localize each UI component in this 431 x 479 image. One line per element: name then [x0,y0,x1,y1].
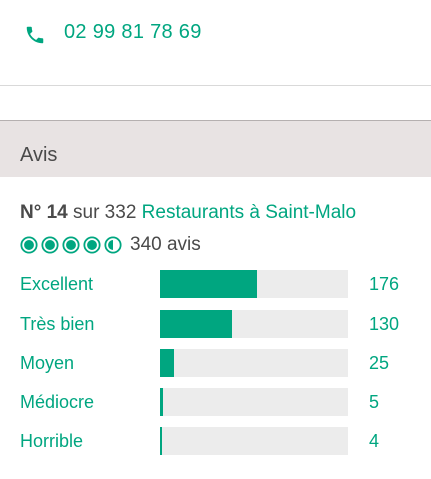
rank-text: sur 332 [67,202,142,223]
ranking-line: N° 14 sur 332 Restaurants à Saint-Malo [20,202,356,224]
rating-bar-fill [160,310,232,338]
phone-number[interactable]: 02 99 81 78 69 [64,21,202,44]
rating-row-excellent[interactable]: Excellent 176 [0,270,431,300]
rating-count: 130 [369,314,400,334]
rating-line: 340 avis [20,233,201,257]
rating-label: Médiocre [20,392,95,412]
phone-icon [26,26,44,44]
rating-count: 4 [369,431,380,451]
rating-bar [160,310,348,338]
rating-bubbles [20,236,125,254]
rating-bar-fill [160,388,163,416]
rank-number: N° 14 [20,202,68,223]
rating-row-horrible[interactable]: Horrible 4 [0,427,431,457]
rating-bar [160,388,348,416]
rating-count: 176 [369,274,400,294]
rating-bar-fill [160,349,174,377]
review-count[interactable]: 340 avis [130,234,201,256]
divider [0,85,431,86]
rating-label: Moyen [20,353,75,373]
rating-bar-fill [160,427,162,455]
rating-row-tres-bien[interactable]: Très bien 130 [0,310,431,340]
rating-row-moyen[interactable]: Moyen 25 [0,349,431,379]
rating-label: Horrible [20,431,84,451]
rating-bubble [104,236,122,254]
rating-label: Excellent [20,274,94,294]
rating-bubble [83,236,101,254]
rating-bar [160,427,348,455]
rating-bubble [41,236,59,254]
rating-row-mediocre[interactable]: Médiocre 5 [0,388,431,418]
rating-count: 5 [369,392,380,412]
section-title: Avis [20,144,58,166]
rating-bar [160,270,348,298]
phone-row[interactable]: 02 99 81 78 69 [0,0,431,68]
reviews-section-header: Avis [0,120,431,177]
rating-label: Très bien [20,314,95,334]
rank-category-link[interactable]: Restaurants à Saint-Malo [142,202,356,223]
rating-bar [160,349,348,377]
rating-bar-fill [160,270,257,298]
rating-count: 25 [369,353,390,373]
rating-bubble [62,236,80,254]
rating-bubble [20,236,38,254]
